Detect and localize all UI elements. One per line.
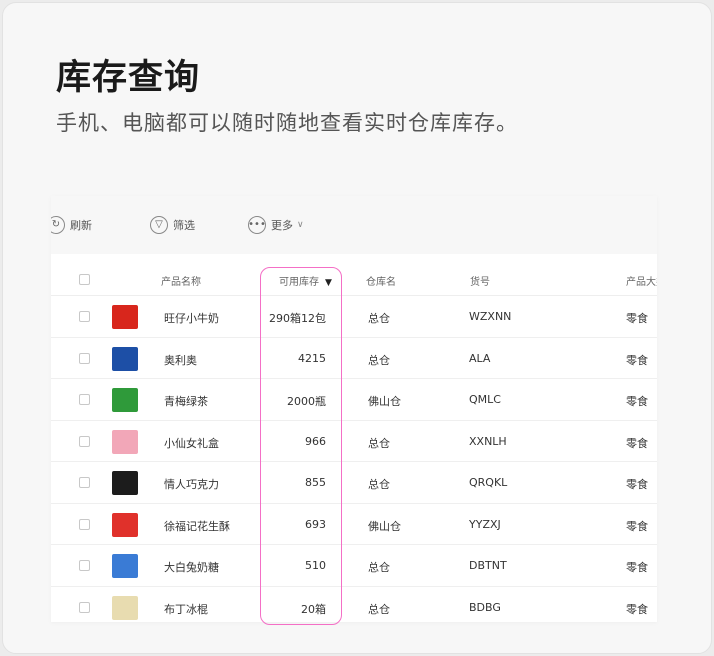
warehouse-name: 佛山仓 <box>368 519 401 533</box>
row-checkbox[interactable] <box>79 352 90 364</box>
more-icon: ••• <box>248 216 266 234</box>
table-row[interactable]: 布丁冰棍 20箱 总仓 BDBG 零食 <box>51 587 657 623</box>
product-name[interactable]: 小仙女礼盒 <box>164 435 219 451</box>
product-category: 零食 <box>626 312 648 325</box>
row-checkbox[interactable] <box>79 311 90 322</box>
row-checkbox[interactable] <box>79 394 90 405</box>
product-thumbnail <box>112 429 138 454</box>
product-thumbnail <box>112 471 138 495</box>
product-thumbnail <box>112 512 138 537</box>
product-name[interactable]: 旺仔小牛奶 <box>164 310 219 326</box>
available-stock: 2000瓶 <box>287 395 326 408</box>
sku-code: BDBG <box>469 600 501 614</box>
available-stock: 510 <box>305 559 326 572</box>
warehouse-name: 总仓 <box>368 602 390 616</box>
warehouse-name: 佛山仓 <box>368 395 401 408</box>
sku-code: QMLC <box>469 393 501 406</box>
column-header-sku[interactable]: 货号 <box>470 273 490 288</box>
refresh-icon: ↻ <box>51 216 65 234</box>
product-category: 零食 <box>626 395 648 408</box>
product-name[interactable]: 大白兔奶糖 <box>164 559 219 575</box>
refresh-button[interactable]: ↻ 刷新 <box>51 215 92 235</box>
available-stock: 4215 <box>298 351 326 365</box>
product-thumbnail <box>112 346 138 371</box>
column-header-available-stock-label: 可用库存 <box>279 277 319 288</box>
table-row[interactable]: 旺仔小牛奶 290箱12包 总仓 WZXNN 零食 <box>51 296 657 338</box>
row-checkbox[interactable] <box>79 477 90 488</box>
table-row[interactable]: 情人巧克力 855 总仓 QRQKL 零食 <box>51 462 657 504</box>
column-header-warehouse[interactable]: 仓库名 <box>366 273 396 288</box>
filter-button[interactable]: ▽ 筛选 <box>150 215 195 235</box>
page-subtitle: 手机、电脑都可以随时随地查看实时仓库库存。 <box>56 111 518 135</box>
product-thumbnail <box>112 554 138 578</box>
product-category: 零食 <box>626 436 648 450</box>
available-stock: 855 <box>305 476 326 489</box>
warehouse-name: 总仓 <box>368 312 390 325</box>
product-name[interactable]: 情人巧克力 <box>164 476 219 492</box>
table-row[interactable]: 奥利奥 4215 总仓 ALA 零食 <box>51 338 657 379</box>
available-stock: 693 <box>305 517 326 531</box>
sku-code: YYZXJ <box>469 517 501 531</box>
product-name[interactable]: 徐福记花生酥 <box>164 518 230 534</box>
product-category: 零食 <box>626 353 648 367</box>
product-category: 零食 <box>626 519 648 533</box>
warehouse-name: 总仓 <box>368 353 390 367</box>
product-category: 零食 <box>626 561 648 574</box>
available-stock: 20箱 <box>301 602 326 616</box>
column-header-product-name[interactable]: 产品名称 <box>161 273 201 288</box>
chevron-down-icon: ∨ <box>297 220 304 230</box>
warehouse-name: 总仓 <box>368 561 390 574</box>
product-name[interactable]: 奥利奥 <box>164 352 197 368</box>
warehouse-name: 总仓 <box>368 436 390 450</box>
product-category: 零食 <box>626 478 648 491</box>
product-thumbnail <box>112 305 138 329</box>
column-header-category[interactable]: 产品大类 <box>626 273 657 288</box>
more-button[interactable]: ••• 更多 ∨ <box>248 215 304 235</box>
product-thumbnail <box>112 595 138 620</box>
sku-code: XXNLH <box>469 434 507 448</box>
page-title: 库存查询 <box>56 58 201 98</box>
table-row[interactable]: 大白兔奶糖 510 总仓 DBTNT 零食 <box>51 545 657 587</box>
row-checkbox[interactable] <box>79 601 90 613</box>
refresh-label: 刷新 <box>70 219 92 232</box>
row-checkbox[interactable] <box>79 518 90 530</box>
available-stock: 966 <box>305 434 326 448</box>
column-header-available-stock[interactable]: 可用库存 ▼ <box>279 273 332 288</box>
warehouse-name: 总仓 <box>368 478 390 491</box>
toolbar: ↻ 刷新 ▽ 筛选 ••• 更多 ∨ <box>51 196 657 254</box>
available-stock: 290箱12包 <box>269 312 326 325</box>
sort-desc-icon[interactable]: ▼ <box>325 278 332 288</box>
filter-label: 筛选 <box>173 219 195 232</box>
inventory-table-panel: ↻ 刷新 ▽ 筛选 ••• 更多 ∨ 产品名称 可用库存 ▼ 仓库名 货号 产品大… <box>51 196 657 622</box>
sku-code: ALA <box>469 351 491 365</box>
sku-code: QRQKL <box>469 476 508 489</box>
table-row[interactable]: 青梅绿茶 2000瓶 佛山仓 QMLC 零食 <box>51 379 657 421</box>
sku-code: WZXNN <box>469 310 512 323</box>
select-all-checkbox[interactable] <box>79 274 90 285</box>
table-header: 产品名称 可用库存 ▼ 仓库名 货号 产品大类 <box>51 262 657 296</box>
product-name[interactable]: 青梅绿茶 <box>164 393 208 409</box>
table-row[interactable]: 小仙女礼盒 966 总仓 XXNLH 零食 <box>51 421 657 462</box>
row-checkbox[interactable] <box>79 435 90 447</box>
product-category: 零食 <box>626 602 648 616</box>
product-thumbnail <box>112 388 138 412</box>
table-row[interactable]: 徐福记花生酥 693 佛山仓 YYZXJ 零食 <box>51 504 657 545</box>
filter-icon: ▽ <box>150 216 168 234</box>
product-name[interactable]: 布丁冰棍 <box>164 601 208 617</box>
sku-code: DBTNT <box>469 559 507 572</box>
more-label: 更多 <box>271 219 293 232</box>
row-checkbox[interactable] <box>79 560 90 571</box>
